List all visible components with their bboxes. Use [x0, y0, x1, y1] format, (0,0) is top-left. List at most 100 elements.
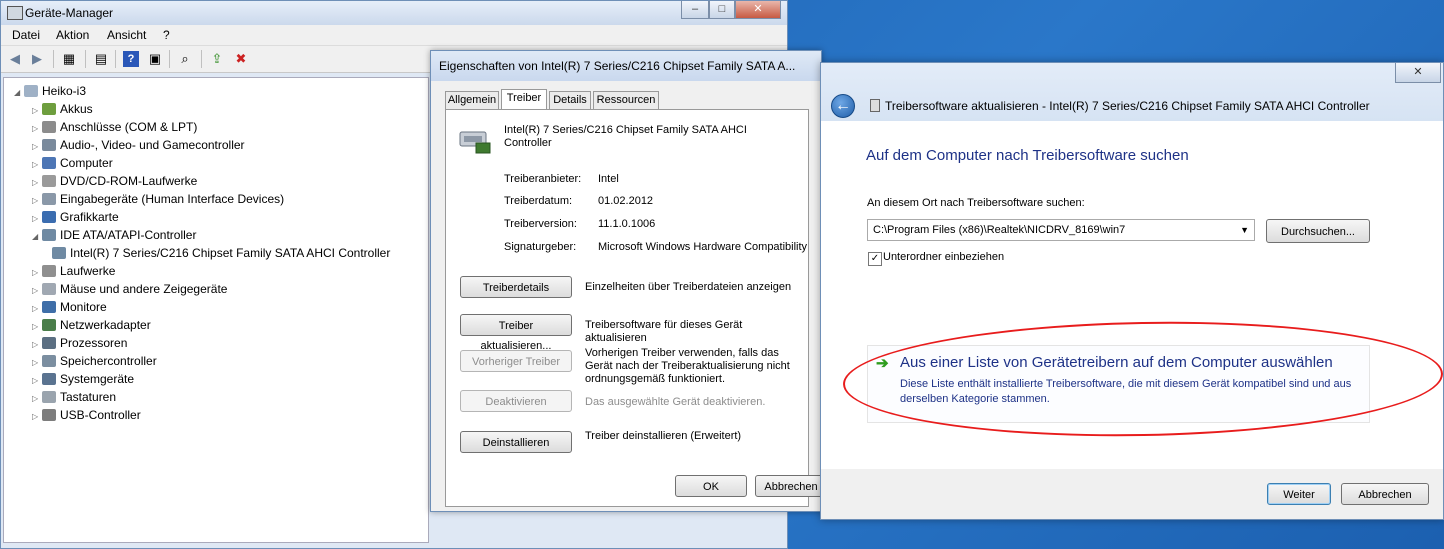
menu-bar: Datei Aktion Ansicht ? [1, 25, 787, 46]
back-arrow-icon[interactable]: ← [831, 94, 855, 118]
dialog-title: Eigenschaften von Intel(R) 7 Series/C216… [439, 59, 796, 73]
cancel-button[interactable]: Abbrechen [1341, 483, 1429, 505]
back-icon[interactable]: ◀ [7, 51, 23, 67]
driver-details-desc: Einzelheiten über Treiberdateien anzeige… [585, 281, 792, 293]
update-driver-icon[interactable]: ⇪ [209, 51, 225, 67]
help-icon[interactable]: ? [123, 51, 139, 67]
include-subfolders-checkbox[interactable]: ✓ [868, 252, 882, 266]
menu-help[interactable]: ? [163, 28, 170, 42]
rollback-driver-desc: Vorherigen Treiber verwenden, falls das … [585, 347, 790, 385]
browse-button[interactable]: Durchsuchen... [1266, 219, 1370, 243]
menu-ansicht[interactable]: Ansicht [107, 28, 146, 42]
location-label: An diesem Ort nach Treibersoftware suche… [867, 197, 1085, 209]
wizard-header: ✕ ← Treibersoftware aktualisieren - Inte… [821, 63, 1443, 121]
device-name: Intel(R) 7 Series/C216 Chipset Family SA… [504, 124, 747, 149]
tab-ressourcen[interactable]: Ressourcen [593, 91, 659, 109]
cancel-button[interactable]: Abbrechen [755, 475, 827, 497]
device-manager-icon [7, 6, 23, 20]
tree-item[interactable]: ▷ Prozessoren [32, 334, 127, 352]
console-tree-icon[interactable]: ▣ [147, 51, 163, 67]
device-icon [870, 99, 880, 112]
tree-item[interactable]: ▷ USB-Controller [32, 406, 141, 424]
computer-icon [42, 157, 56, 169]
usb-icon [42, 409, 56, 421]
field-value: 01.02.2012 [598, 195, 654, 207]
uninstall-desc: Treiber deinstallieren (Erweitert) [585, 430, 742, 442]
tree-item-sata-controller[interactable]: Intel(R) 7 Series/C216 Chipset Family SA… [52, 244, 390, 262]
dvd-drive-icon [42, 175, 56, 187]
tab-allgemein[interactable]: Allgemein [445, 91, 499, 109]
menu-aktion[interactable]: Aktion [56, 28, 89, 42]
tree-item[interactable]: ▷ Anschlüsse (COM & LPT) [32, 118, 197, 136]
sata-controller-icon [52, 247, 66, 259]
close-button[interactable]: ✕ [1395, 63, 1441, 83]
tab-details[interactable]: Details [549, 91, 591, 109]
tree-item[interactable]: ▷ Speichercontroller [32, 352, 157, 370]
hid-icon [42, 193, 56, 205]
field-value: Intel [598, 173, 619, 185]
update-driver-wizard: ✕ ← Treibersoftware aktualisieren - Inte… [820, 62, 1444, 520]
scan-hardware-icon[interactable]: ⌕ [177, 51, 193, 67]
tree-item[interactable]: ▷ Tastaturen [32, 388, 116, 406]
forward-icon[interactable]: ▶ [29, 51, 45, 67]
maximize-button[interactable]: □ [709, 1, 735, 19]
update-driver-desc: Treibersoftware für dieses Gerät aktuali… [585, 319, 743, 344]
tree-item[interactable]: ▷ Grafikkarte [32, 208, 119, 226]
tab-treiber[interactable]: Treiber [501, 89, 547, 110]
next-button[interactable]: Weiter [1267, 483, 1331, 505]
keyboard-icon [42, 391, 56, 403]
port-icon [42, 121, 56, 133]
field-label: Treiberdatum: [504, 195, 573, 207]
monitor-icon [42, 301, 56, 313]
collapse-icon[interactable]: ◢ [14, 84, 24, 102]
tree-item[interactable]: ◢ IDE ATA/ATAPI-Controller [32, 226, 196, 244]
tree-item[interactable]: ▷ Eingabegeräte (Human Interface Devices) [32, 190, 284, 208]
driver-details-button[interactable]: Treiberdetails [460, 276, 572, 298]
processor-icon [42, 337, 56, 349]
sata-controller-icon [459, 131, 491, 154]
ok-button[interactable]: OK [675, 475, 747, 497]
tree-item[interactable]: ▷ Laufwerke [32, 262, 115, 280]
field-label: Signaturgeber: [504, 241, 577, 253]
system-device-icon [42, 373, 56, 385]
mouse-icon [42, 283, 56, 295]
network-adapter-icon [42, 319, 56, 331]
tree-item[interactable]: ▷ DVD/CD-ROM-Laufwerke [32, 172, 197, 190]
rollback-driver-button[interactable]: Vorheriger Treiber [460, 350, 572, 372]
field-label: Treiberversion: [504, 218, 577, 230]
driver-tab-panel: Intel(R) 7 Series/C216 Chipset Family SA… [445, 109, 809, 507]
uninstall-button[interactable]: Deinstallieren [460, 431, 572, 453]
tree-item[interactable]: ▷ Mäuse und andere Zeigegeräte [32, 280, 227, 298]
tree-item[interactable]: ▷ Akkus [32, 100, 93, 118]
disable-desc: Das ausgewählte Gerät deaktivieren. [585, 396, 766, 408]
minimize-button[interactable]: – [681, 1, 709, 19]
properties-icon[interactable]: ▤ [93, 51, 109, 67]
speaker-icon [42, 139, 56, 151]
disk-drive-icon [42, 265, 56, 277]
storage-controller-icon [42, 355, 56, 367]
field-value: 11.1.0.1006 [598, 218, 656, 230]
tree-root[interactable]: ◢ Heiko-i3 [14, 82, 86, 100]
display-adapter-icon [42, 211, 56, 223]
window-title: Geräte-Manager [25, 6, 114, 20]
show-hide-console-icon[interactable]: ▦ [61, 51, 77, 67]
path-combobox[interactable]: C:\Program Files (x86)\Realtek\NICDRV_81… [867, 219, 1255, 241]
battery-icon [42, 103, 56, 115]
update-driver-button[interactable]: Treiber aktualisieren... [460, 314, 572, 352]
menu-datei[interactable]: Datei [12, 28, 40, 42]
tree-item[interactable]: ▷ Systemgeräte [32, 370, 134, 388]
path-value: C:\Program Files (x86)\Realtek\NICDRV_81… [873, 224, 1126, 236]
chevron-down-icon[interactable]: ▼ [1240, 220, 1249, 240]
tree-item[interactable]: ▷ Audio-, Video- und Gamecontroller [32, 136, 245, 154]
properties-dialog: Eigenschaften von Intel(R) 7 Series/C216… [430, 50, 827, 512]
close-button[interactable]: ✕ [735, 1, 781, 19]
tree-item[interactable]: ▷ Netzwerkadapter [32, 316, 151, 334]
tree-item[interactable]: ▷ Monitore [32, 298, 107, 316]
field-label: Treiberanbieter: [504, 173, 582, 185]
disable-button[interactable]: Deaktivieren [460, 390, 572, 412]
tree-item[interactable]: ▷ Computer [32, 154, 113, 172]
ide-controller-icon [42, 229, 56, 241]
field-value: Microsoft Windows Hardware Compatibility [598, 241, 808, 253]
uninstall-icon[interactable]: ✖ [233, 51, 249, 67]
wizard-heading: Auf dem Computer nach Treibersoftware su… [866, 147, 1189, 164]
